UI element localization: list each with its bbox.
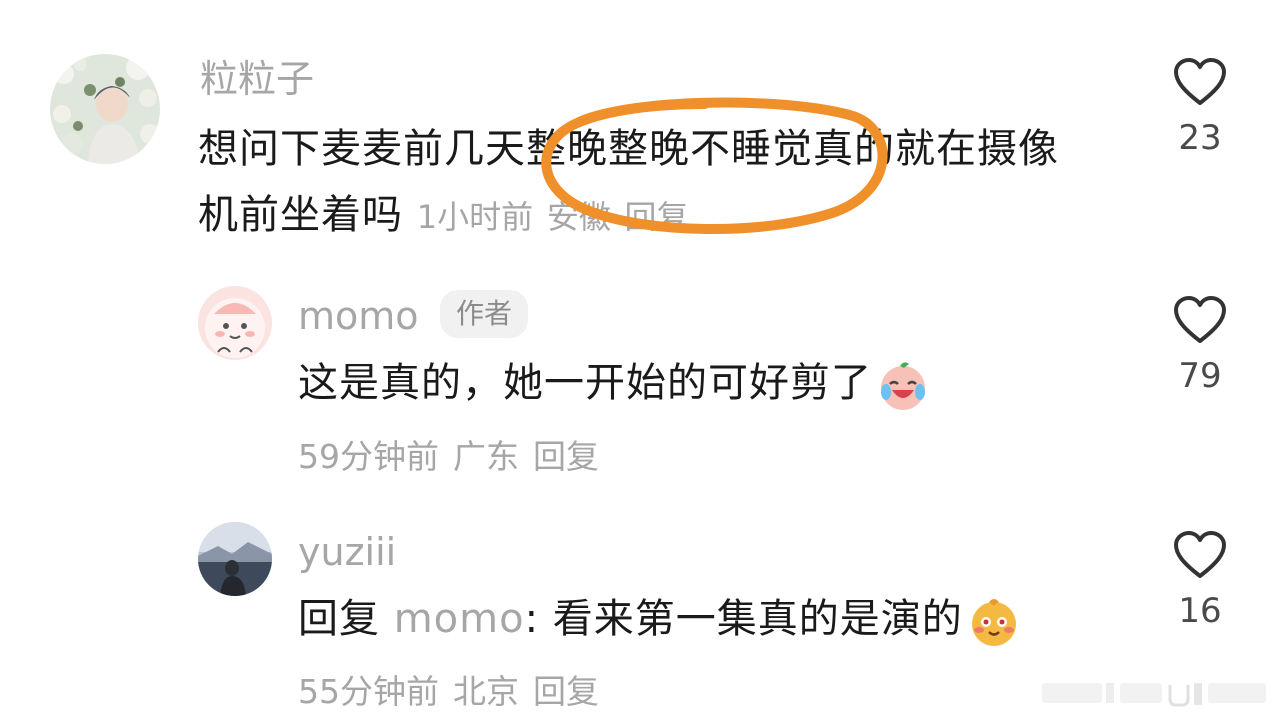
reply-button[interactable]: 回复: [625, 198, 689, 236]
heart-outline-icon: [1174, 58, 1226, 105]
like-count: 16: [1178, 591, 1222, 631]
comment-username[interactable]: 粒粒子: [200, 60, 314, 98]
comment-username[interactable]: momo: [298, 297, 419, 335]
reply-to-username[interactable]: momo: [394, 596, 525, 642]
avatar[interactable]: [198, 522, 272, 596]
avatar[interactable]: [50, 54, 160, 164]
comment-location: 安徽: [546, 198, 611, 236]
comment-text[interactable]: 想问下麦麦前几天整晚整晚不睡觉真的就在摄像机前坐着吗 1小时前 安徽 回复: [198, 116, 1098, 250]
like-button[interactable]: 23: [1150, 57, 1250, 155]
comment-time: 59分钟前: [298, 437, 439, 476]
like-count: 23: [1178, 118, 1222, 158]
watermark: [1042, 683, 1266, 707]
reply-button[interactable]: 回复: [533, 672, 599, 711]
reply-colon: :: [524, 596, 553, 642]
like-button[interactable]: 79: [1150, 295, 1250, 393]
comment-time: 1小时前: [416, 198, 534, 236]
comment-section: 粒粒子 想问下麦麦前几天整晚整晚不睡觉真的就在摄像机前坐着吗 1小时前 安徽 回…: [0, 0, 1280, 727]
author-badge: 作者: [440, 290, 529, 338]
comment-text[interactable]: 这是真的，她一开始的可好剪了: [298, 350, 1098, 416]
heart-outline-icon: [1174, 296, 1226, 343]
comment-body: 看来第一集真的是演的: [552, 596, 963, 642]
smiling-blush-emoji: [971, 599, 1016, 646]
comment-username[interactable]: yuziii: [298, 533, 396, 571]
comment-body: 这是真的，她一开始的可好剪了: [298, 360, 872, 406]
comment-time: 55分钟前: [298, 672, 439, 711]
comment-location: 北京: [453, 672, 519, 711]
crying-laughing-emoji: [881, 362, 925, 410]
comment-location: 广东: [453, 437, 519, 476]
comment-meta: 55分钟前 北京 回复: [298, 675, 613, 708]
comment-meta: 59分钟前 广东 回复: [298, 440, 613, 473]
avatar[interactable]: [198, 286, 272, 360]
comment-text[interactable]: 回复 momo: 看来第一集真的是演的: [298, 586, 1148, 652]
heart-outline-icon: [1174, 531, 1226, 578]
like-button[interactable]: 16: [1150, 530, 1250, 628]
reply-button[interactable]: 回复: [533, 437, 599, 476]
like-count: 79: [1178, 356, 1222, 396]
reply-prefix: 回复: [298, 596, 380, 642]
